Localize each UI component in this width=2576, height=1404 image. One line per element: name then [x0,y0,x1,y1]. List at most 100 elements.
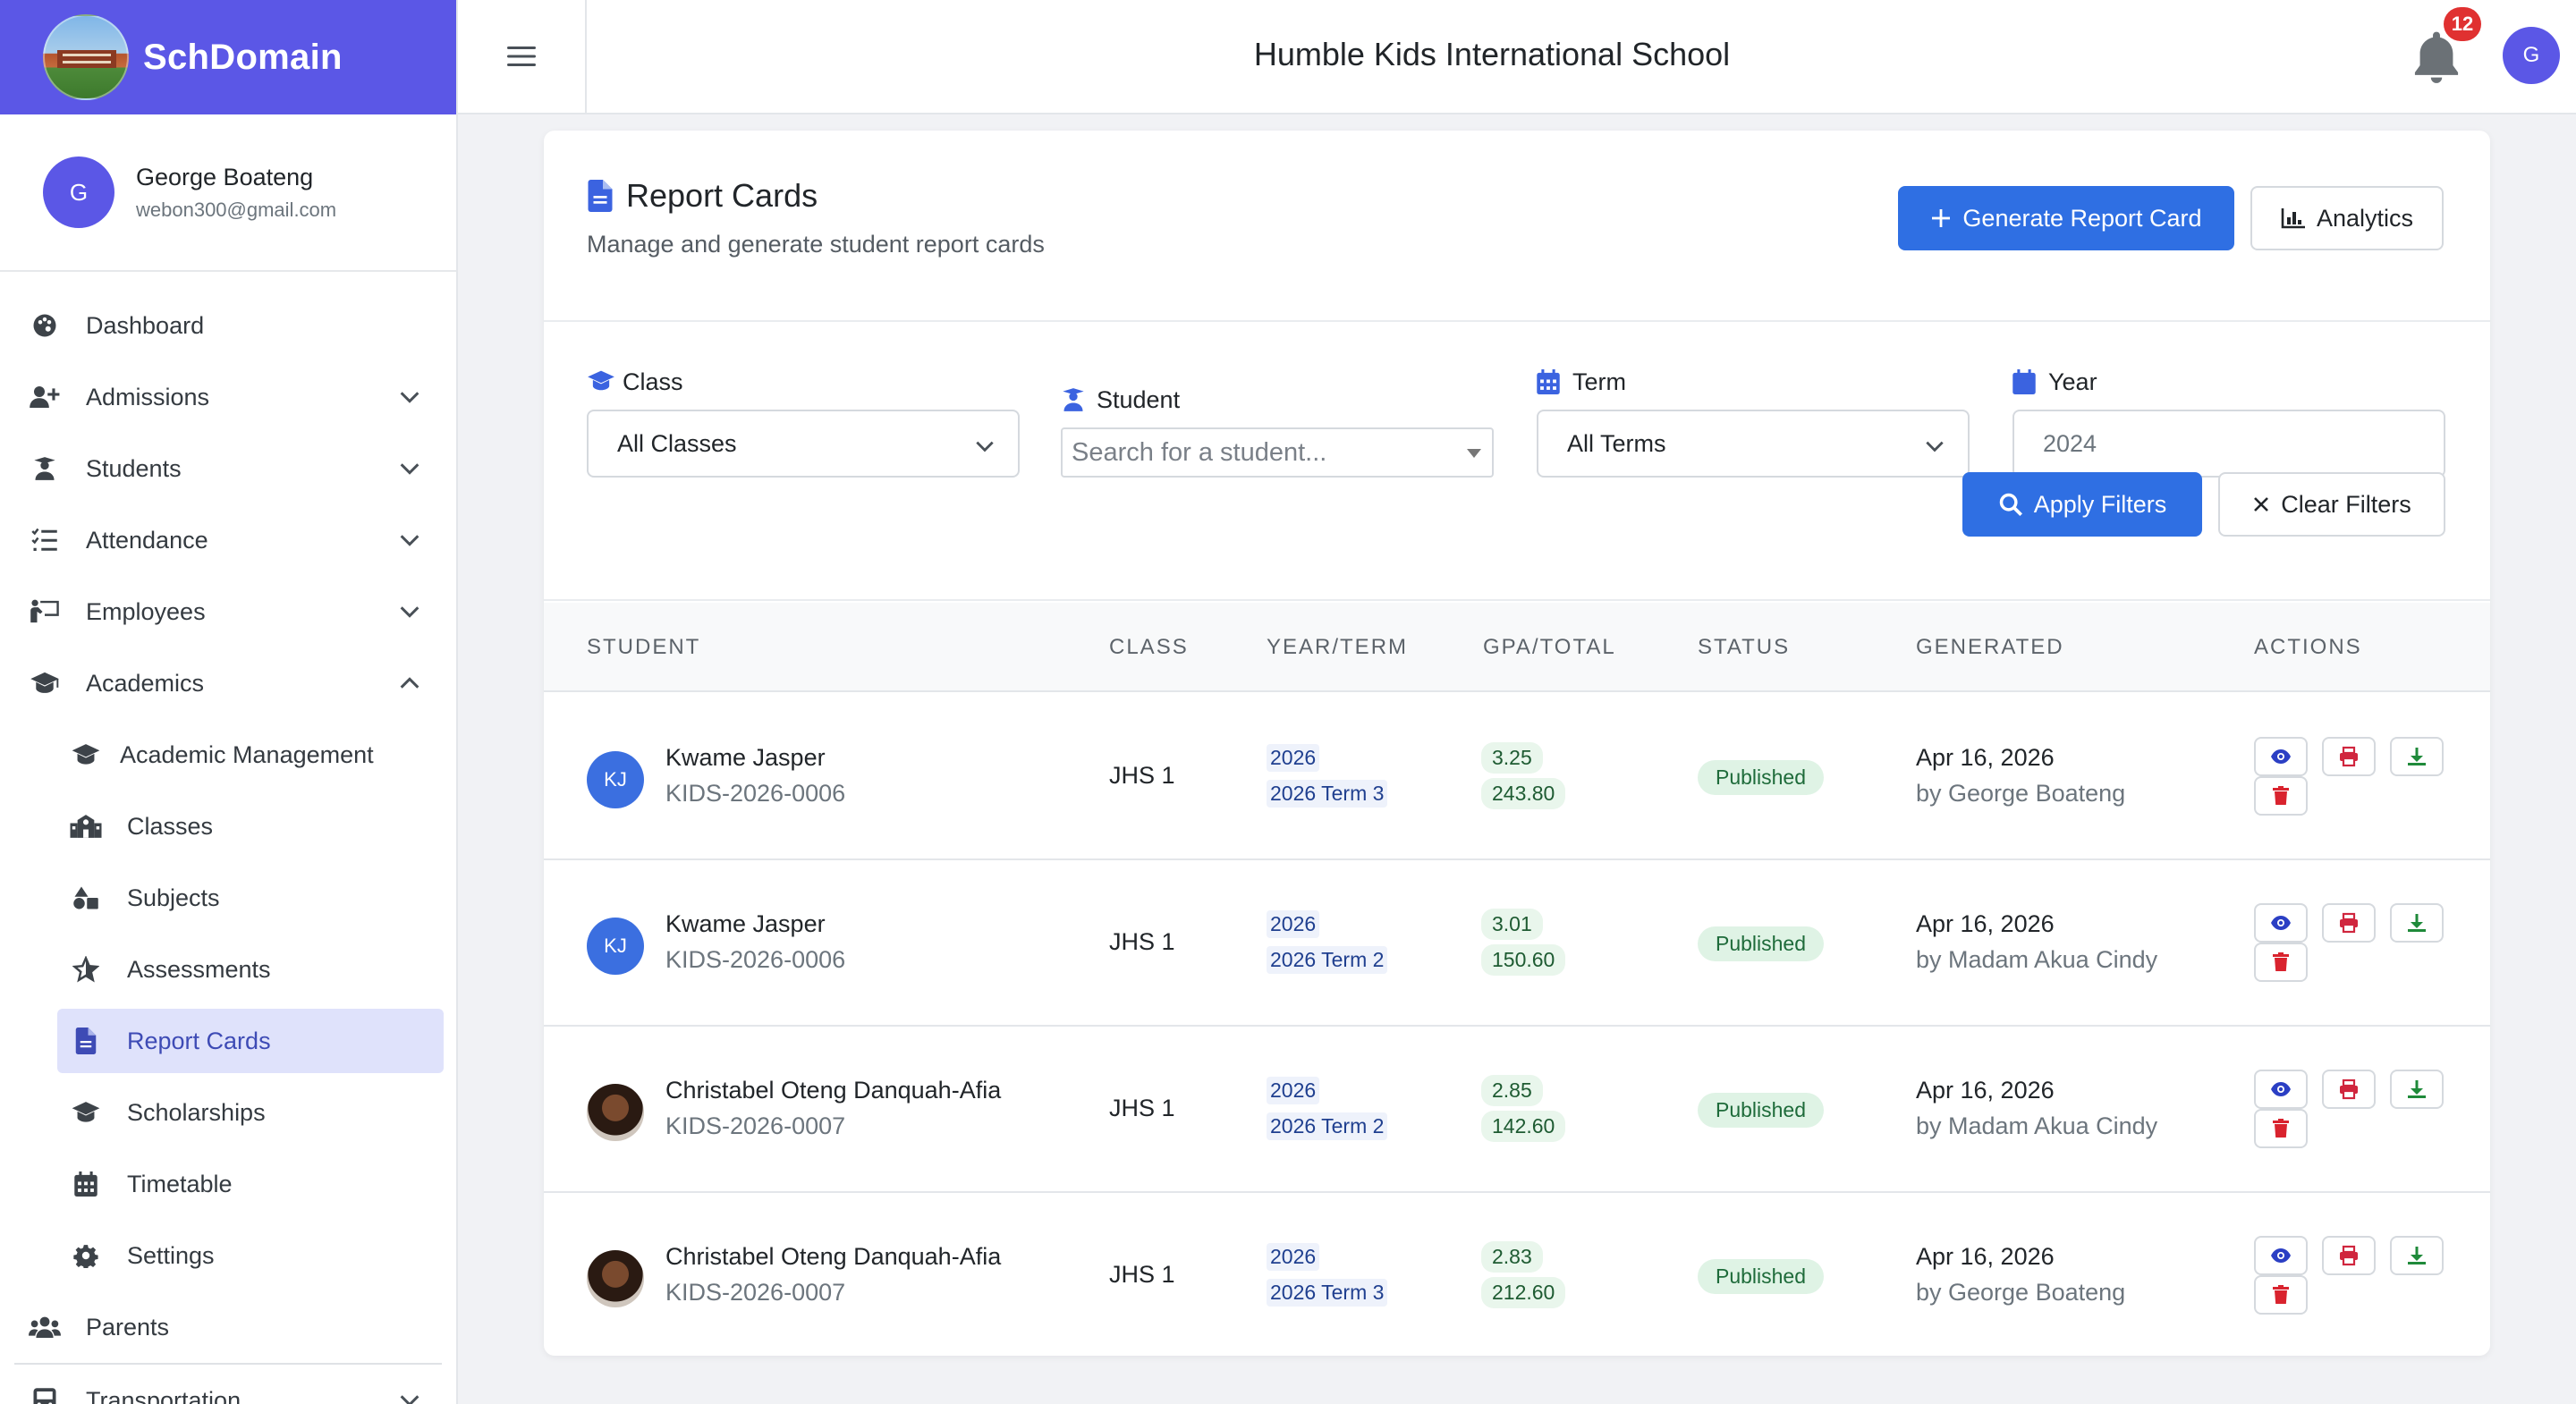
sidebar-item-label: Dashboard [86,311,205,339]
student-name[interactable]: Christabel Oteng Danquah-Afia [665,1077,1001,1104]
chevron-down-icon[interactable] [397,1388,422,1404]
delete-button[interactable] [2254,943,2308,982]
student-id: KIDS-2026-0006 [665,780,846,807]
download-button[interactable] [2390,737,2444,776]
shapes-icon [68,880,104,916]
person-chalkboard-icon [27,594,63,630]
sidebar-item-classes[interactable]: Classes [0,791,456,862]
search-icon [1998,492,2023,517]
chevron-up-icon[interactable] [397,671,422,696]
sidebar-item-label: Classes [127,812,214,840]
sidebar-item-assessments[interactable]: Assessments [0,934,456,1005]
column-header-year-term[interactable]: YEAR/TERM [1267,635,1408,660]
view-button[interactable] [2254,1070,2308,1109]
generated-date: Apr 16, 2026 [1916,1077,2055,1104]
term-select[interactable]: All Terms [1537,410,1970,478]
view-button[interactable] [2254,1236,2308,1275]
school-icon [68,808,104,844]
delete-button[interactable] [2254,776,2308,816]
student-id: KIDS-2026-0006 [665,946,846,973]
graduation-cap-icon [68,1095,104,1130]
student-name[interactable]: Kwame Jasper [665,744,826,772]
generate-report-card-button[interactable]: Generate Report Card [1898,186,2234,250]
brand-header[interactable]: SchDomain [0,0,456,114]
clear-filters-button[interactable]: Clear Filters [2218,472,2445,537]
bus-icon [27,1383,63,1404]
class-select[interactable]: All Classes [587,410,1020,478]
total-badge: 243.80 [1481,778,1566,809]
download-button[interactable] [2390,1236,2444,1275]
sidebar-item-label: Academics [86,669,205,697]
sidebar-item-label: Assessments [127,955,271,983]
calendar-icon [2012,368,2041,396]
eye-icon [2271,1082,2291,1096]
student-name[interactable]: Kwame Jasper [665,910,826,938]
page-subtitle: Manage and generate student report cards [587,231,1045,258]
page-title: Report Cards [626,177,818,214]
sidebar-item-label: Academic Management [120,740,374,768]
column-header-status[interactable]: STATUS [1698,635,1790,660]
sidebar-item-parents[interactable]: Parents [0,1291,456,1363]
avatar: G [43,156,114,228]
sidebar-item-academics[interactable]: Academics [0,647,456,719]
sidebar-item-academic-management[interactable]: Academic Management [0,719,456,791]
print-button[interactable] [2322,737,2376,776]
sidebar-item-students[interactable]: Students [0,433,456,504]
chevron-down-icon[interactable] [397,599,422,624]
sidebar-item-scholarships[interactable]: Scholarships [0,1077,456,1148]
table-row[interactable]: Christabel Oteng Danquah-Afia KIDS-2026-… [544,1027,2490,1193]
list-check-icon [27,522,63,558]
column-header-class[interactable]: CLASS [1109,635,1189,660]
sidebar-item-transportation[interactable]: Transportation [0,1365,456,1404]
graduation-cap-icon [587,369,615,396]
sidebar-item-subjects[interactable]: Subjects [0,862,456,934]
download-icon [2408,1247,2426,1264]
delete-button[interactable] [2254,1109,2308,1148]
page-header: Report Cards Manage and generate student… [544,131,2490,322]
column-header-generated[interactable]: GENERATED [1916,635,2064,660]
chevron-down-icon[interactable] [397,528,422,553]
table-row[interactable]: Christabel Oteng Danquah-Afia KIDS-2026-… [544,1193,2490,1356]
sidebar-item-timetable[interactable]: Timetable [0,1148,456,1220]
apply-filters-button[interactable]: Apply Filters [1962,472,2202,537]
analytics-button[interactable]: Analytics [2250,186,2444,250]
view-button[interactable] [2254,737,2308,776]
table-row[interactable]: KJ Kwame Jasper KIDS-2026-0006 JHS 1 202… [544,860,2490,1027]
sidebar-item-attendance[interactable]: Attendance [0,504,456,576]
total-badge: 212.60 [1481,1277,1566,1308]
sidebar-item-admissions[interactable]: Admissions [0,361,456,433]
user-avatar-button[interactable]: G [2503,27,2560,84]
table-row[interactable]: KJ Kwame Jasper KIDS-2026-0006 JHS 1 202… [544,694,2490,860]
year-badge: 2026 [1267,910,1320,938]
download-button[interactable] [2390,1070,2444,1109]
year-badge: 2026 [1267,1077,1320,1104]
chevron-down-icon[interactable] [397,385,422,410]
sidebar-item-dashboard[interactable]: Dashboard [0,290,456,361]
view-button[interactable] [2254,903,2308,943]
sidebar-item-employees[interactable]: Employees [0,576,456,647]
calendar-icon [1537,368,1565,396]
column-header-actions: ACTIONS [2254,635,2362,659]
year-input[interactable]: 2024 [2012,410,2445,478]
print-button[interactable] [2322,1236,2376,1275]
print-button[interactable] [2322,1070,2376,1109]
generated-by: by George Boateng [1916,780,2126,807]
download-button[interactable] [2390,903,2444,943]
user-profile[interactable]: G George Boateng webon300@gmail.com [0,114,456,272]
column-header-student[interactable]: STUDENT [587,635,700,660]
delete-button[interactable] [2254,1275,2308,1315]
print-button[interactable] [2322,903,2376,943]
trash-icon [2273,1119,2289,1138]
gear-icon [68,1238,104,1273]
total-badge: 150.60 [1481,944,1566,976]
student-name[interactable]: Christabel Oteng Danquah-Afia [665,1243,1001,1271]
term-badge: 2026 Term 2 [1267,946,1388,974]
chevron-down-icon[interactable] [397,456,422,481]
student-search-select[interactable]: Search for a student... [1061,427,1494,478]
column-header-gpa-total[interactable]: GPA/TOTAL [1483,635,1616,660]
sidebar-item-settings[interactable]: Settings [0,1220,456,1291]
sidebar-item-label: Attendance [86,526,208,554]
table-header: STUDENT CLASS YEAR/TERM GPA/TOTAL STATUS… [544,603,2490,692]
sidebar-item-report-cards[interactable]: Report Cards [0,1005,456,1077]
student-filter-label: Student [1061,386,1180,414]
